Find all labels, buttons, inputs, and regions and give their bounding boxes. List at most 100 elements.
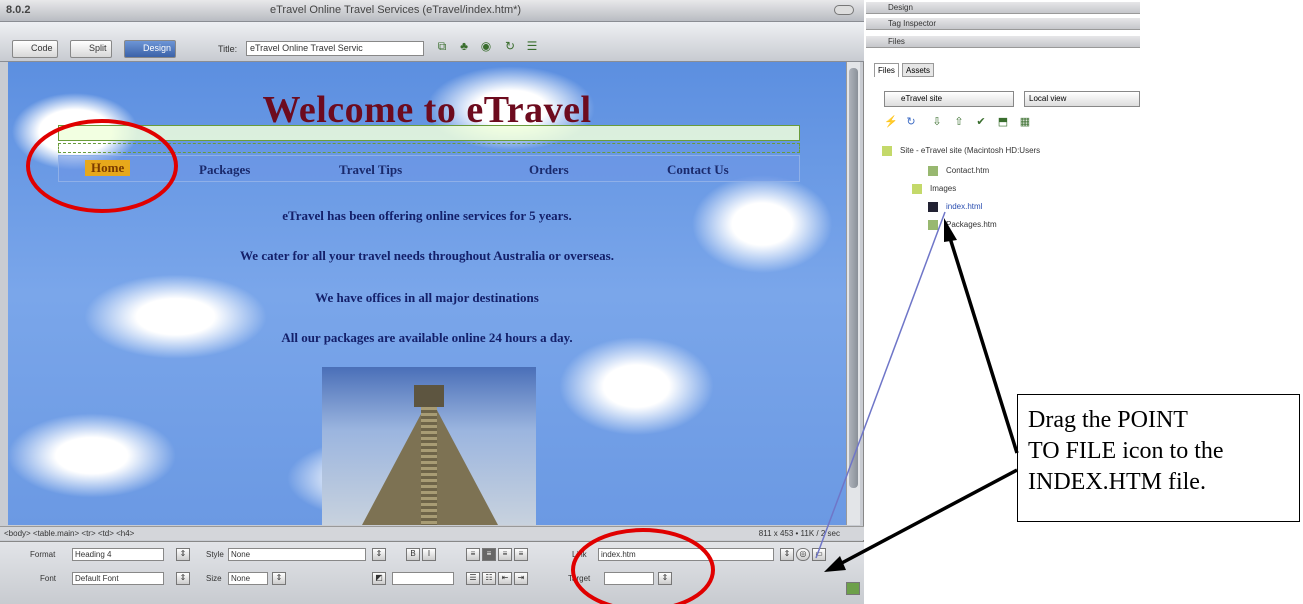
page-title-input[interactable]: eTravel Online Travel Servic bbox=[246, 41, 424, 56]
pyramid-temple bbox=[414, 385, 444, 407]
pyramid-photo[interactable] bbox=[322, 367, 536, 525]
window-title: eTravel Online Travel Services (eTravel/… bbox=[270, 4, 522, 16]
tree-index-file[interactable]: index.html bbox=[928, 202, 982, 212]
justify-icon[interactable]: ≡ bbox=[514, 548, 528, 561]
style-label: Style bbox=[206, 550, 224, 559]
design-view-button[interactable]: Design bbox=[124, 40, 177, 58]
html-file-icon bbox=[928, 220, 938, 230]
title-label: Title: bbox=[218, 44, 238, 54]
window-size-info: 811 x 453 • 11K / 2 sec bbox=[758, 529, 840, 538]
ordered-list-icon[interactable]: ☷ bbox=[482, 572, 496, 585]
files-tabs: Files Assets bbox=[874, 63, 1140, 79]
callout-line-2: TO FILE icon to the bbox=[1028, 438, 1224, 464]
tag-selector[interactable]: <body> <table.main> <tr> <td> <h4> bbox=[4, 529, 134, 538]
refresh-files-icon[interactable]: ↻ bbox=[904, 115, 918, 129]
code-view-button[interactable]: Code bbox=[12, 40, 58, 58]
font-select[interactable]: Default Font bbox=[72, 572, 164, 585]
html-file-icon bbox=[928, 166, 938, 176]
intro-line-3: We have offices in all major destination… bbox=[315, 290, 539, 305]
callout-line-1: Drag the POINT bbox=[1028, 407, 1188, 433]
tree-site-root[interactable]: Site - eTravel site (Macintosh HD:Users bbox=[882, 146, 1040, 156]
tree-images-folder[interactable]: Images bbox=[912, 184, 956, 194]
indent-icon[interactable]: ⇥ bbox=[514, 572, 528, 585]
expand-panel-icon[interactable]: ▦ bbox=[1018, 115, 1032, 129]
tag-inspector-panel-header[interactable]: Tag Inspector bbox=[866, 18, 1140, 30]
refresh-icon[interactable]: ↻ bbox=[502, 39, 518, 55]
nav-contact-link[interactable]: Contact Us bbox=[667, 162, 729, 178]
tab-files[interactable]: Files bbox=[874, 63, 899, 77]
instruction-callout: Drag the POINT TO FILE icon to the INDEX… bbox=[1017, 394, 1300, 522]
connect-icon[interactable]: ⚡ bbox=[884, 115, 898, 129]
align-center-icon[interactable]: ≡ bbox=[482, 548, 496, 561]
size-dropdown-icon[interactable]: ⇕ bbox=[272, 572, 286, 585]
version-label: 8.0.2 bbox=[6, 4, 31, 16]
nav-orders-link[interactable]: Orders bbox=[529, 162, 569, 178]
align-right-icon[interactable]: ≡ bbox=[498, 548, 512, 561]
style-select[interactable]: None bbox=[228, 548, 366, 561]
view-options-icon[interactable]: ☰ bbox=[524, 39, 540, 55]
nav-packages-link[interactable]: Packages bbox=[199, 162, 250, 178]
color-picker-icon[interactable]: ◩ bbox=[372, 572, 386, 585]
link-input[interactable]: index.htm bbox=[598, 548, 774, 561]
format-dropdown-icon[interactable]: ⇕ bbox=[176, 548, 190, 561]
property-inspector: Format Heading 4 ⇕ Style None ⇕ B I ≡ ≡ … bbox=[0, 541, 864, 604]
target-dropdown-icon[interactable]: ⇕ bbox=[658, 572, 672, 585]
document-toolbar: Code Split Design Title: eTravel Online … bbox=[0, 22, 864, 62]
intro-line-1: eTravel has been offering online service… bbox=[282, 208, 572, 223]
format-label: Format bbox=[30, 550, 56, 559]
italic-button[interactable]: I bbox=[422, 548, 436, 561]
view-select[interactable]: Local view bbox=[1024, 91, 1140, 107]
callout-line-3: INDEX.HTM file. bbox=[1028, 469, 1206, 495]
split-view-button[interactable]: Split bbox=[70, 40, 112, 58]
size-label: Size bbox=[206, 574, 222, 583]
format-select[interactable]: Heading 4 bbox=[72, 548, 164, 561]
intro-line-4: All our packages are available online 24… bbox=[281, 330, 573, 345]
font-dropdown-icon[interactable]: ⇕ bbox=[176, 572, 190, 585]
design-view-canvas[interactable]: Welcome to eTravel Home Packages Travel … bbox=[8, 62, 846, 525]
expand-icon[interactable] bbox=[846, 582, 860, 595]
browse-folder-icon[interactable]: ▭ bbox=[812, 548, 826, 561]
intro-line-2: We cater for all your travel needs throu… bbox=[240, 248, 614, 263]
nav-bar: Home Packages Travel Tips Orders Contact… bbox=[58, 155, 800, 182]
browser-check-icon[interactable]: ◉ bbox=[478, 39, 494, 55]
status-bar: <body> <table.main> <tr> <td> <h4> 811 x… bbox=[0, 526, 864, 540]
pyramid-stairs bbox=[421, 407, 437, 525]
link-dropdown-icon[interactable]: ⇕ bbox=[780, 548, 794, 561]
design-panel-header[interactable]: Design bbox=[866, 2, 1140, 14]
put-files-icon[interactable]: ⇧ bbox=[952, 115, 966, 129]
files-panel-header[interactable]: Files bbox=[866, 36, 1140, 48]
style-dropdown-icon[interactable]: ⇕ bbox=[372, 548, 386, 561]
color-input[interactable] bbox=[392, 572, 454, 585]
align-left-icon[interactable]: ≡ bbox=[466, 548, 480, 561]
outdent-icon[interactable]: ⇤ bbox=[498, 572, 512, 585]
table-guide bbox=[58, 143, 800, 153]
target-select[interactable] bbox=[604, 572, 654, 585]
scroll-thumb[interactable] bbox=[849, 68, 858, 488]
toolbar-toggle-icon[interactable] bbox=[834, 5, 854, 15]
size-select[interactable]: None bbox=[228, 572, 268, 585]
check-in-icon[interactable]: ⬒ bbox=[996, 115, 1010, 129]
dreamweaver-window: 8.0.2 eTravel Online Travel Services (eT… bbox=[0, 0, 864, 604]
get-files-icon[interactable]: ⇩ bbox=[930, 115, 944, 129]
folder-icon bbox=[912, 184, 922, 194]
bold-button[interactable]: B bbox=[406, 548, 420, 561]
site-select[interactable]: eTravel site bbox=[884, 91, 1014, 107]
preview-icon[interactable]: ♣ bbox=[456, 39, 472, 55]
site-folder-icon bbox=[882, 146, 892, 156]
file-management-icon[interactable]: ⧉ bbox=[434, 39, 450, 55]
vertical-scrollbar[interactable] bbox=[846, 62, 860, 525]
html-file-icon bbox=[928, 202, 938, 212]
font-label: Font bbox=[40, 574, 57, 583]
tree-packages-file[interactable]: Packages.htm bbox=[928, 220, 997, 230]
title-bar: 8.0.2 eTravel Online Travel Services (eT… bbox=[0, 0, 864, 22]
check-out-icon[interactable]: ✔ bbox=[974, 115, 988, 129]
point-to-file-icon[interactable]: ◎ bbox=[796, 548, 810, 561]
table-header-bar bbox=[58, 125, 800, 141]
tab-assets[interactable]: Assets bbox=[902, 63, 935, 77]
nav-home-link[interactable]: Home bbox=[85, 160, 131, 176]
unordered-list-icon[interactable]: ☰ bbox=[466, 572, 480, 585]
target-label: Target bbox=[568, 574, 591, 583]
tree-contact-file[interactable]: Contact.htm bbox=[928, 166, 989, 176]
link-label: Link bbox=[572, 550, 587, 559]
nav-travel-tips-link[interactable]: Travel Tips bbox=[339, 162, 402, 178]
